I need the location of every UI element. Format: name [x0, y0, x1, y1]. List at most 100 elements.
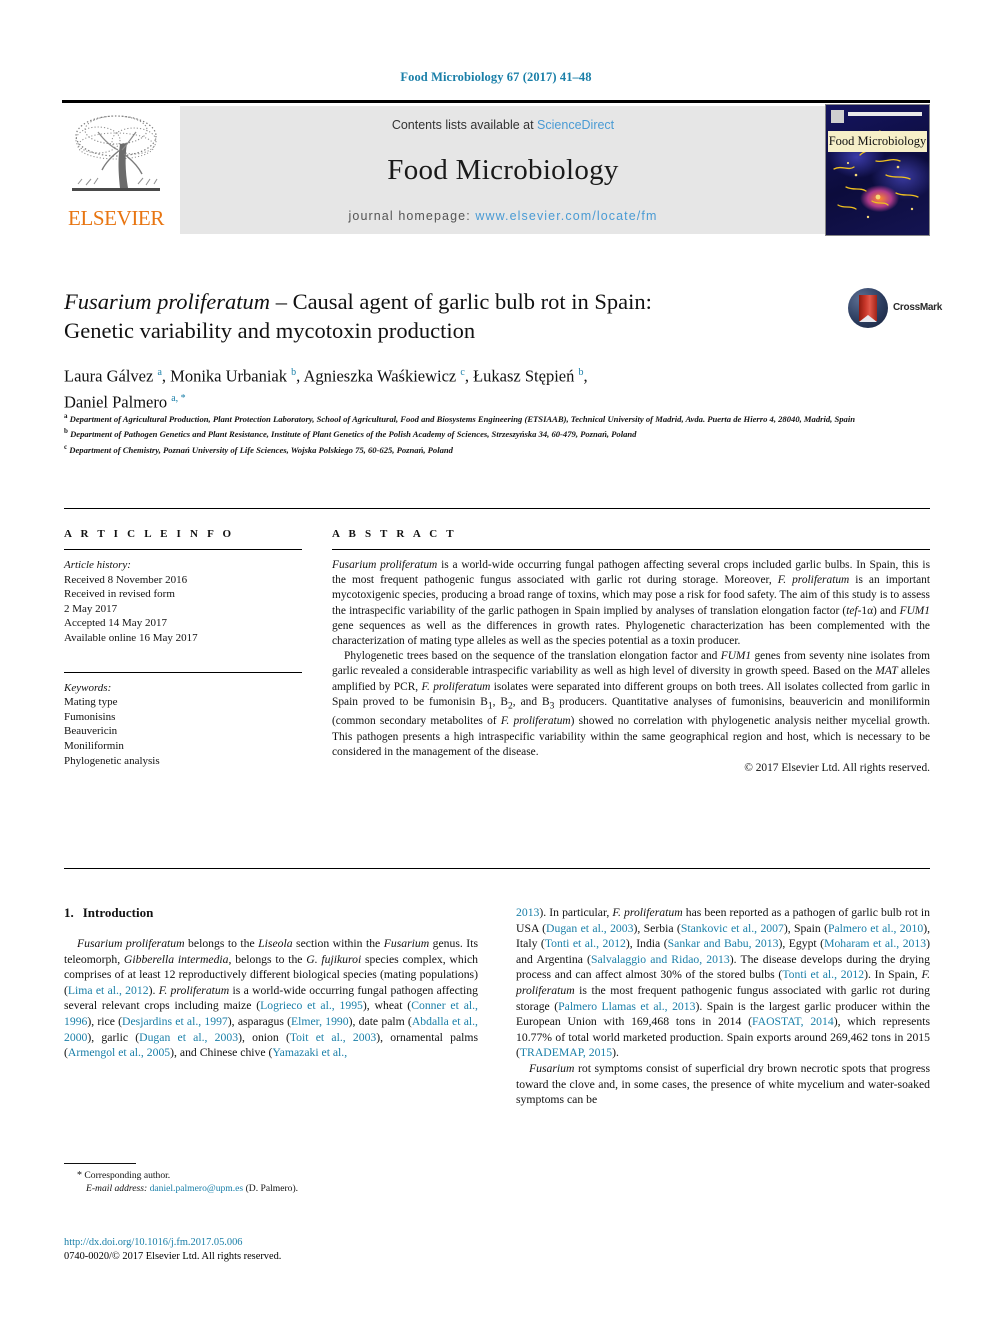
- masthead-top-rule: [62, 100, 930, 103]
- history-item: Received 8 November 2016: [64, 573, 188, 586]
- article-info-rule: [64, 549, 302, 550]
- introduction-right-text: 2013). In particular, F. proliferatum ha…: [516, 905, 930, 1108]
- affiliation-c: c Department of Chemistry, Poznań Univer…: [64, 441, 894, 456]
- paragraph: Fusarium proliferatum belongs to the Lis…: [64, 937, 479, 1060]
- abstract-bottom-rule: [64, 868, 930, 869]
- citation-link[interactable]: Stankovic et al., 2007: [681, 922, 784, 935]
- citation-link[interactable]: Toit et al., 2003: [290, 1031, 376, 1044]
- title-line2: Genetic variability and mycotoxin produc…: [64, 318, 476, 343]
- footnote-star: *: [77, 1170, 82, 1181]
- affiliation-mark: b: [64, 427, 68, 436]
- citation-link[interactable]: Elmer, 1990: [291, 1015, 349, 1028]
- homepage-prefix: journal homepage:: [348, 209, 476, 223]
- crossmark-label: CrossMark: [893, 302, 942, 313]
- keywords-label: Keywords:: [64, 681, 112, 694]
- journal-homepage-line: journal homepage: www.elsevier.com/locat…: [180, 209, 826, 223]
- citation-link[interactable]: Dugan et al., 2003: [546, 922, 633, 935]
- history-item: Accepted 14 May 2017: [64, 617, 167, 630]
- citation-link[interactable]: Lima et al., 2012: [68, 984, 149, 997]
- abstract-heading: A B S T R A C T: [332, 528, 457, 540]
- citation-link[interactable]: FAOSTAT, 2014: [752, 1015, 834, 1028]
- masthead-band: Contents lists available at ScienceDirec…: [180, 106, 826, 234]
- abstract-body: Fusarium proliferatum is a world-wide oc…: [332, 558, 930, 776]
- footnote-body: * Corresponding author. E-mail address: …: [64, 1169, 478, 1195]
- body-column-right: 2013). In particular, F. proliferatum ha…: [516, 905, 930, 1108]
- contents-line: Contents lists available at ScienceDirec…: [180, 118, 826, 132]
- article-history: Article history: Received 8 November 201…: [64, 558, 302, 646]
- citation-link[interactable]: Dugan et al., 2003: [139, 1031, 238, 1044]
- citation-link[interactable]: Armengol et al., 2005: [68, 1046, 170, 1059]
- affiliation-b-text: Department of Pathogen Genetics and Plan…: [70, 429, 637, 440]
- citation-link[interactable]: TRADEMAP, 2015: [520, 1046, 612, 1059]
- imprint-block: http://dx.doi.org/10.1016/j.fm.2017.05.0…: [64, 1236, 478, 1264]
- abstract-paragraph-2: Phylogenetic trees based on the sequence…: [332, 650, 930, 758]
- citation-link[interactable]: Yamazaki et al.,: [272, 1046, 347, 1059]
- crossmark-notch-icon: [859, 315, 877, 322]
- citation-link[interactable]: Palmero Llamas et al., 2013: [558, 1000, 695, 1013]
- email-attribution: (D. Palmero).: [245, 1183, 299, 1194]
- affiliation-a-text: Department of Agricultural Production, P…: [69, 413, 856, 424]
- keyword-item: Mating type: [64, 696, 118, 709]
- author-line-1: Laura Gálvez a, Monika Urbaniak b, Agnie…: [64, 366, 588, 386]
- sciencedirect-link[interactable]: ScienceDirect: [537, 118, 614, 132]
- cover-coastline-graphic: [833, 130, 923, 219]
- citation-link[interactable]: Salvalaggio and Ridao, 2013: [591, 953, 730, 966]
- citation-link[interactable]: Palmero et al., 2010: [828, 922, 923, 935]
- citation-link[interactable]: Tonti et al., 2012: [782, 968, 864, 981]
- citation-link[interactable]: Logrieco et al., 1995: [260, 999, 363, 1012]
- body-column-left: 1. Introduction Fusarium proliferatum bel…: [64, 905, 478, 1061]
- footnote-line-2: E-mail address: daniel.palmero@upm.es (D…: [64, 1182, 478, 1195]
- author-mark: b: [578, 367, 584, 378]
- contents-prefix: Contents lists available at: [391, 118, 538, 132]
- section-title: Introduction: [82, 905, 154, 920]
- affiliations: a Department of Agricultural Production,…: [64, 410, 894, 456]
- email-label: E-mail address:: [86, 1183, 148, 1194]
- journal-cover-thumbnail: Food Microbiology: [825, 104, 930, 236]
- cover-title-band: Food Microbiology: [828, 131, 927, 152]
- page-title: Fusarium proliferatum – Causal agent of …: [64, 287, 834, 345]
- abstract-rule: [332, 549, 930, 550]
- author-list: Laura Gálvez a, Monika Urbaniak b, Agnie…: [64, 362, 834, 413]
- affiliation-mark: c: [64, 442, 68, 451]
- issn-copyright-line: 0740-0020/© 2017 Elsevier Ltd. All right…: [64, 1251, 282, 1262]
- footnote-rule: [64, 1163, 136, 1164]
- paragraph: 2013). In particular, F. proliferatum ha…: [516, 906, 931, 1060]
- article-history-label: Article history:: [64, 559, 131, 571]
- corresponding-author-footnote: * Corresponding author. E-mail address: …: [64, 1163, 478, 1195]
- cover-publisher-mark: [831, 110, 844, 123]
- history-item: Available online 16 May 2017: [64, 631, 198, 644]
- author-mark: b: [291, 367, 297, 378]
- journal-homepage-link[interactable]: www.elsevier.com/locate/fm: [475, 209, 657, 223]
- affiliation-c-text: Department of Chemistry, Poznań Universi…: [69, 444, 453, 455]
- keywords-rule: [64, 671, 302, 673]
- author-mark: a, *: [171, 392, 186, 404]
- citation-link[interactable]: Desjardins et al., 1997: [122, 1015, 228, 1028]
- footnote-line-1: * Corresponding author.: [64, 1169, 478, 1182]
- history-item: 2 May 2017: [64, 602, 118, 615]
- citation-link[interactable]: Sankar and Babu, 2013: [668, 937, 779, 950]
- title-block: Fusarium proliferatum – Causal agent of …: [64, 287, 834, 413]
- keyword-item: Phylogenetic analysis: [64, 754, 160, 767]
- keywords-block: Keywords: Mating type Fumonisins Beauver…: [64, 681, 302, 769]
- elsevier-tree-icon: [72, 115, 160, 191]
- affiliation-b: b Department of Pathogen Genetics and Pl…: [64, 425, 894, 440]
- paragraph: Fusarium rot symptoms consist of superfi…: [516, 1061, 930, 1107]
- keyword-item: Moniliformin: [64, 739, 124, 752]
- abstract-copyright: © 2017 Elsevier Ltd. All rights reserved…: [744, 761, 930, 774]
- title-line1-rest: – Causal agent of garlic bulb rot in Spa…: [270, 289, 652, 314]
- crossmark-badge[interactable]: CrossMark: [848, 288, 944, 330]
- citation-link[interactable]: Moharam et al., 2013: [824, 937, 926, 950]
- doi-link[interactable]: http://dx.doi.org/10.1016/j.fm.2017.05.0…: [64, 1236, 478, 1250]
- introduction-left-text: Fusarium proliferatum belongs to the Lis…: [64, 936, 478, 1061]
- author-mark: c: [460, 367, 465, 378]
- email-link[interactable]: daniel.palmero@upm.es: [150, 1183, 244, 1194]
- affiliations-bottom-rule: [64, 508, 930, 509]
- citation-link[interactable]: 2013: [516, 906, 539, 919]
- citation-link[interactable]: Tonti et al., 2012: [545, 937, 626, 950]
- abstract-column: A B S T R A C T Fusarium proliferatum is…: [332, 528, 930, 776]
- journal-title: Food Microbiology: [387, 154, 619, 186]
- section-number: 1.: [64, 905, 74, 920]
- keyword-item: Beauvericin: [64, 725, 118, 738]
- abstract-paragraph-1: Fusarium proliferatum is a world-wide oc…: [332, 559, 931, 648]
- elsevier-logo: ELSEVIER: [62, 106, 170, 234]
